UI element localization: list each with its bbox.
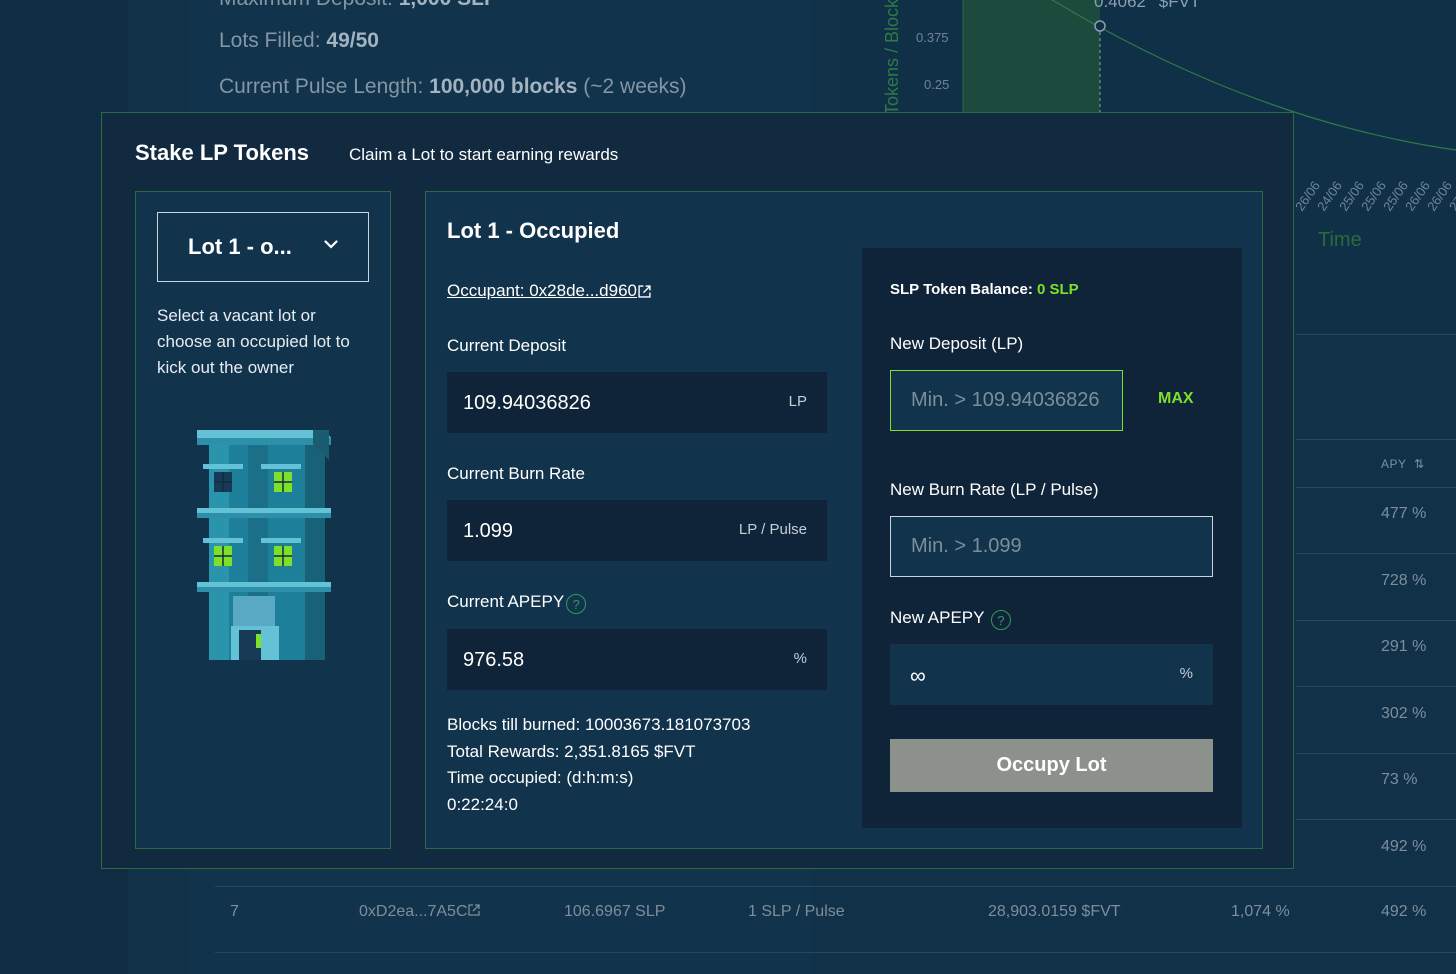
lot-select-dropdown[interactable]: Lot 1 - o... — [157, 212, 369, 282]
chart-point-label: 0.4062 $FVT — [1094, 0, 1200, 12]
chevron-down-icon — [324, 240, 338, 249]
apy-cell: 492 % — [1381, 838, 1427, 855]
slp-balance-value: 0 SLP — [1037, 281, 1079, 298]
bg-divider — [1296, 686, 1456, 687]
apy-column-header[interactable]: APY ⇅ — [1381, 457, 1425, 471]
new-burn-input[interactable]: Min. > 1.099 — [890, 516, 1213, 577]
current-burn-field: 1.099 LP / Pulse — [447, 500, 827, 561]
current-apepy-field: 976.58 % — [447, 629, 827, 690]
lot-select-value: Lot 1 - o... — [188, 234, 292, 259]
row-rewards: 28,903.0159 $FVT — [988, 903, 1121, 920]
occupant-link[interactable]: Occupant: 0x28de...d960 — [447, 281, 651, 301]
row-rate: 1 SLP / Pulse — [748, 903, 845, 920]
row-address: 0xD2ea...7A5C — [359, 903, 468, 920]
apy-cell: 73 % — [1381, 771, 1418, 788]
current-apepy-value: 976.58 — [463, 649, 525, 671]
new-apepy-label: New APEPY — [890, 608, 985, 627]
modal-title: Stake LP Tokens — [135, 140, 310, 165]
apy-header-label: APY — [1381, 457, 1407, 471]
building-illustration — [197, 430, 331, 660]
new-apepy-value: ∞ — [910, 663, 926, 688]
modal-subtitle: Claim a Lot to start earning rewards — [349, 145, 619, 164]
bg-divider — [1296, 439, 1456, 440]
total-rewards: Total Rewards: 2,351.8165 $FVT — [447, 741, 696, 761]
current-apepy-label-row: Current APEPY? — [447, 592, 587, 614]
apy-cell: 302 % — [1381, 705, 1427, 722]
bg-divider — [1296, 819, 1456, 820]
help-icon[interactable]: ? — [990, 610, 1011, 630]
chart-point-unit: $FVT — [1158, 0, 1201, 11]
bg-pulse-value: 100,000 blocks — [429, 75, 578, 98]
bg-divider — [1296, 487, 1456, 488]
current-burn-value: 1.099 — [463, 520, 514, 542]
chart-ylabel-wrap: Tokens / Block — [880, 0, 908, 112]
bg-lots-filled-label: Lots Filled: — [219, 29, 321, 52]
row-apepy: 1,074 % — [1231, 903, 1290, 920]
apy-cell: 477 % — [1381, 505, 1427, 522]
lot-stats: Blocks till burned: 10003673.181073703 T… — [447, 712, 750, 818]
chart-tick-0375: 0.375 — [916, 30, 949, 45]
blocks-till-burned: Blocks till burned: 10003673.181073703 — [447, 715, 751, 734]
bg-pulse-length: Current Pulse Length: 100,000 blocks (~2… — [219, 75, 687, 99]
chart-ylabel: Tokens / Block — [882, 0, 902, 112]
bg-row-divider — [215, 952, 1456, 953]
bg-pulse-note: (~2 weeks) — [583, 75, 687, 98]
time-occupied-label: Time occupied: (d:h:m:s) — [447, 768, 634, 787]
row-address-link[interactable]: 0xD2ea...7A5C — [359, 903, 480, 921]
current-burn-unit: LP / Pulse — [738, 521, 807, 538]
current-apepy-unit: % — [793, 650, 807, 667]
row-index: 7 — [230, 903, 239, 920]
bg-max-deposit-value: 1,000 SLP — [399, 0, 498, 10]
bg-max-deposit: Maximum Deposit: 1,000 SLP — [219, 0, 498, 11]
new-apepy-field: ∞ % — [890, 644, 1213, 705]
new-burn-label: New Burn Rate (LP / Pulse) — [890, 480, 1099, 499]
current-deposit-value: 109.94036826 — [463, 392, 591, 414]
bg-lots-filled-value: 49/50 — [326, 29, 379, 52]
chart-point-marker — [1094, 20, 1106, 32]
apy-cell: 291 % — [1381, 638, 1427, 655]
sort-icon[interactable]: ⇅ — [1414, 457, 1425, 471]
lot-picker-panel: Lot 1 - o... Select a vacant lot or choo… — [135, 191, 391, 849]
slp-balance: SLP Token Balance: 0 SLP — [890, 281, 1079, 298]
current-deposit-unit: LP — [788, 393, 807, 410]
lot-picker-help-text: Select a vacant lot or choose an occupie… — [157, 306, 350, 377]
bg-divider — [1296, 553, 1456, 554]
max-button[interactable]: MAX — [1158, 390, 1194, 408]
stake-lp-modal: Stake LP Tokens Claim a Lot to start ear… — [101, 112, 1294, 869]
help-icon[interactable]: ? — [566, 594, 587, 614]
bg-lots-filled: Lots Filled: 49/50 — [219, 29, 379, 53]
current-apepy-label: Current APEPY — [447, 592, 565, 611]
lot-heading: Lot 1 - Occupied — [447, 218, 620, 243]
new-deposit-input[interactable]: Min. > 109.94036826 — [890, 370, 1123, 431]
bg-divider — [1296, 753, 1456, 754]
current-deposit-label: Current Deposit — [447, 336, 567, 355]
chart-area-fill — [963, 0, 1100, 112]
time-occupied-value: 0:22:24:0 — [447, 794, 518, 814]
bg-pulse-label: Current Pulse Length: — [219, 75, 424, 98]
external-link-icon — [638, 285, 651, 298]
current-burn-label: Current Burn Rate — [447, 464, 585, 483]
bg-max-deposit-label: Maximum Deposit: — [219, 0, 393, 10]
new-apepy-label-row: New APEPY ? — [890, 608, 1011, 630]
row-apy: 492 % — [1381, 903, 1427, 920]
slp-balance-label: SLP Token Balance: — [890, 281, 1033, 298]
apy-cell: 728 % — [1381, 572, 1427, 589]
external-link-icon — [467, 904, 480, 916]
chart-point-value: 0.4062 — [1094, 0, 1146, 11]
chart-tick-025: 0.25 — [924, 77, 950, 92]
occupy-lot-button[interactable]: Occupy Lot — [890, 739, 1213, 792]
bg-row-divider — [215, 886, 1456, 887]
new-apepy-unit: % — [1179, 665, 1193, 682]
occupy-form: SLP Token Balance: 0 SLP New Deposit (LP… — [862, 248, 1242, 828]
bg-divider — [1296, 620, 1456, 621]
current-deposit-field: 109.94036826 LP — [447, 372, 827, 433]
lot-details-panel: Lot 1 - Occupied Occupant: 0x28de...d960… — [425, 191, 1263, 849]
new-deposit-label: New Deposit (LP) — [890, 334, 1024, 353]
occupant-address: Occupant: 0x28de...d960 — [447, 281, 637, 300]
row-deposit: 106.6967 SLP — [564, 903, 666, 920]
bg-divider — [1296, 334, 1456, 335]
chart-xlabel: Time — [1318, 229, 1362, 251]
